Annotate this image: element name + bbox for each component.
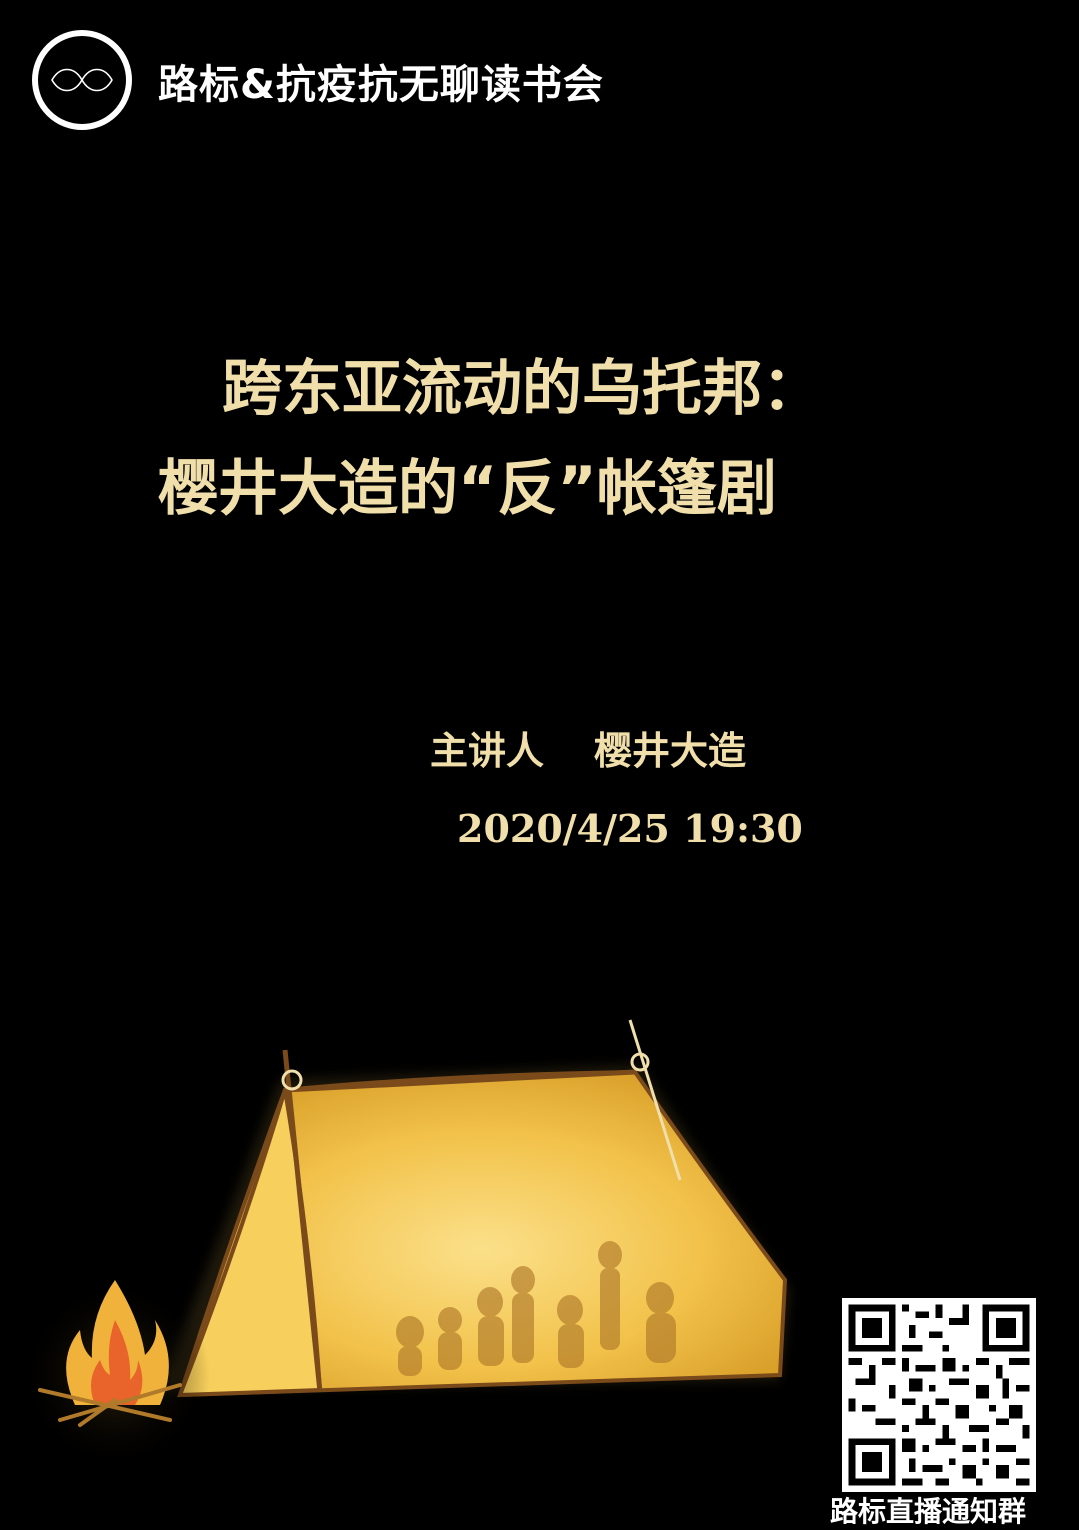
tent-campfire-illustration <box>20 1019 790 1470</box>
title-line-2: 樱井大造的“反”帐篷剧 <box>158 454 777 524</box>
speaker-name: 樱井大造 <box>594 729 747 773</box>
speaker-label: 主讲人 <box>430 729 545 773</box>
org-name: 路标&抗疫抗无聊读书会 <box>158 62 604 108</box>
infinity-logo-icon <box>32 30 132 130</box>
qr-label: 路标直播通知群 <box>830 1495 1027 1528</box>
event-datetime: 2020/4/25 19:30 <box>457 806 803 851</box>
title-line-1: 跨东亚流动的乌托邦： <box>222 354 822 424</box>
qr-code-icon[interactable] <box>842 1298 1036 1492</box>
speaker-line: 主讲人 樱井大造 <box>430 720 746 775</box>
